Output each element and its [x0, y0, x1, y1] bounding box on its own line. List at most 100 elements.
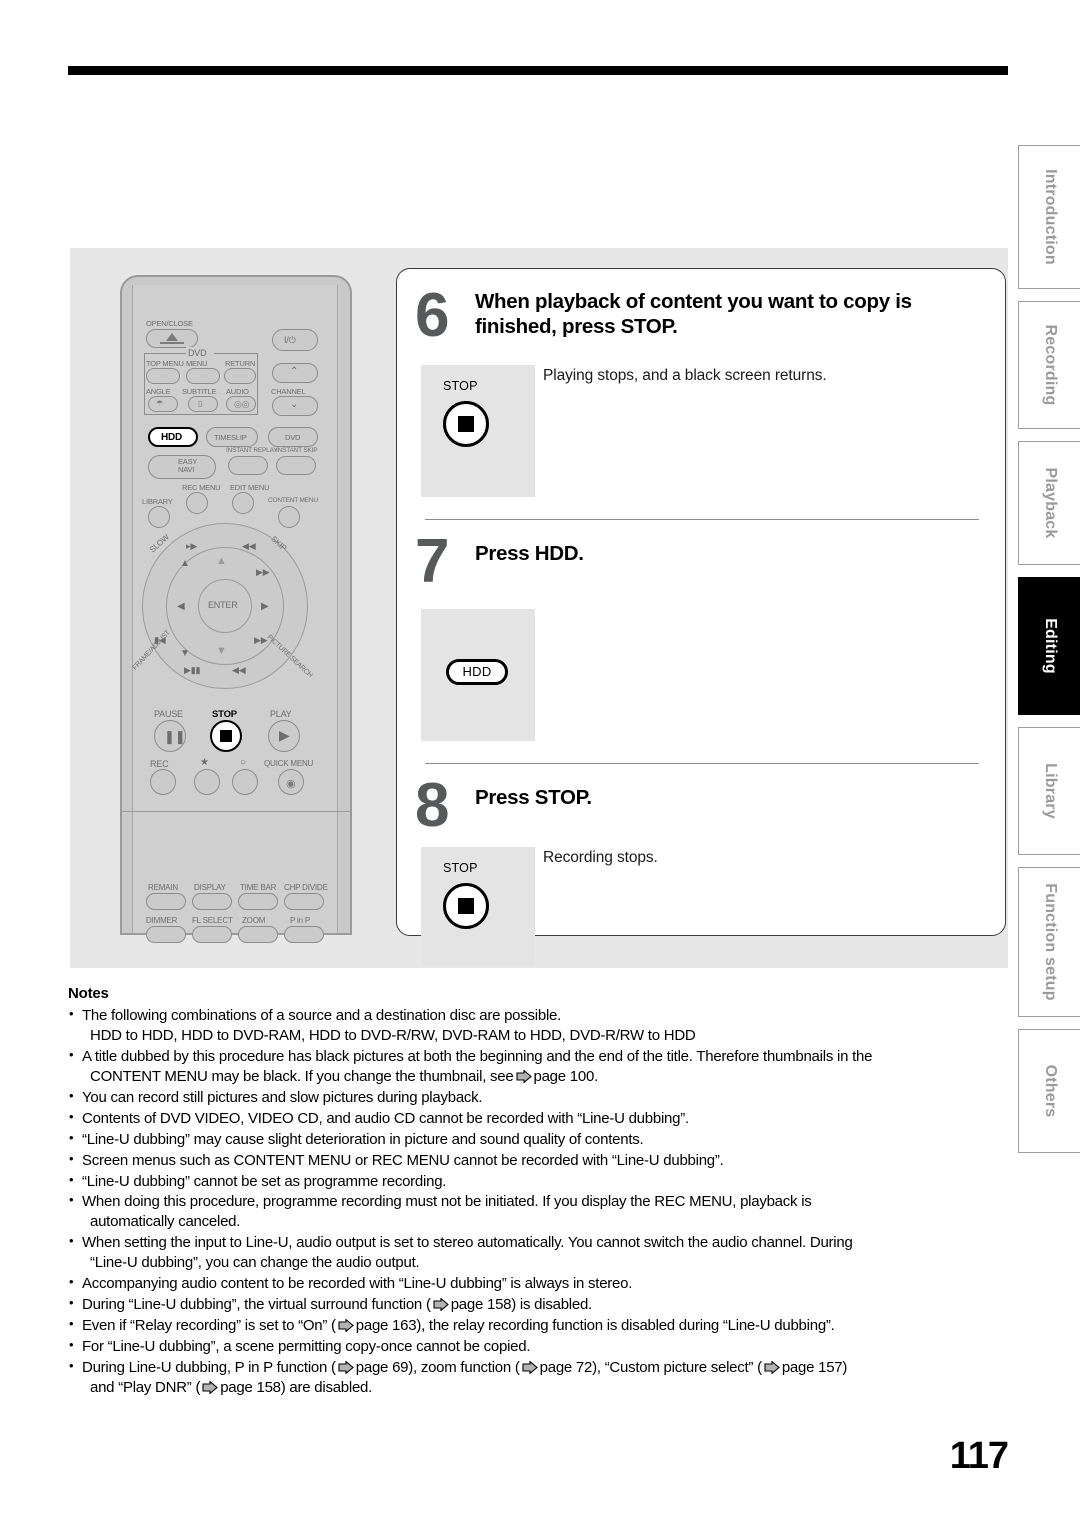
step-separator-2	[425, 763, 979, 765]
remote-label-zoom: ZOOM	[242, 916, 266, 925]
page-ref-arrow-icon	[338, 1319, 354, 1333]
remote-button-fl-select	[192, 926, 232, 943]
step-8-stop-button-icon	[443, 883, 489, 929]
notes-heading: Notes	[68, 985, 109, 1002]
note-item: “Line-U dubbing” cannot be set as progra…	[68, 1171, 1010, 1192]
step-8-key-box: STOP	[421, 847, 535, 965]
step-7-key-box: HDD	[421, 609, 535, 741]
remote-button-angle	[148, 396, 178, 412]
remote-label-time-bar: TIME BAR	[240, 883, 277, 892]
remote-label-menu: MENU	[186, 359, 208, 368]
page-ref-arrow-icon	[202, 1380, 219, 1394]
note-text-cont: “Line-U dubbing”, you can change the aud…	[90, 1254, 420, 1272]
step-6-stop-square-icon	[458, 416, 474, 432]
note-text-cont: automatically canceled.	[90, 1213, 241, 1231]
remote-label-display: DISPLAY	[194, 883, 226, 892]
frame-forward-icon: ▶▮▮	[184, 665, 201, 675]
note-item: You can record still pictures and slow p…	[68, 1087, 1010, 1108]
step-6-number: 6	[415, 281, 450, 350]
remote-label-remain: REMAIN	[148, 883, 178, 892]
eject-icon	[166, 333, 178, 341]
remote-button-p-in-p	[284, 926, 324, 943]
note-item: Accompanying audio content to be recorde…	[68, 1273, 1010, 1294]
skip-back-icon: ◀◀	[242, 541, 256, 551]
remote-button-return	[224, 368, 256, 384]
eject-bar-icon	[160, 342, 184, 344]
remote-button-instant-skip	[276, 456, 316, 475]
remote-button-star	[194, 769, 220, 795]
remote-label-stop: STOP	[212, 709, 237, 720]
remote-label-angle: ANGLE	[146, 387, 171, 396]
remote-button-zoom	[238, 926, 278, 943]
steps-card: 6 When playback of content you want to c…	[396, 268, 1006, 965]
tab-recording[interactable]: Recording	[1018, 301, 1080, 429]
note-item: Even if “Relay recording” is set to “On”…	[68, 1315, 1010, 1336]
note-text-part-a: CONTENT MENU may be black. If you change…	[90, 1067, 514, 1085]
tab-library[interactable]: Library	[1018, 727, 1080, 855]
note-item: When doing this procedure, programme rec…	[68, 1191, 1010, 1232]
channel-down-icon: ⌄	[290, 399, 299, 410]
remote-label-easy-navi: EASY NAVI	[178, 457, 198, 474]
step-7-title: Press HDD.	[475, 542, 584, 565]
page-number: 117	[949, 1435, 1009, 1477]
notes-section: Notes The following combinations of a so…	[68, 985, 1010, 1399]
page-ref-arrow-icon	[433, 1298, 449, 1312]
note-text-3: page 157)	[781, 1358, 848, 1376]
remote-label-instant-skip: INSTANT SKIP	[276, 447, 318, 454]
note-item: A title dubbed by this procedure has bla…	[68, 1046, 1010, 1087]
remote-button-time-bar	[238, 893, 278, 910]
step-7-hdd-button-icon: HDD	[446, 659, 508, 685]
remote-label-audio: AUDIO	[226, 387, 249, 396]
slow-forward-icon: ▸▶	[186, 541, 198, 551]
tab-introduction[interactable]: Introduction	[1018, 145, 1080, 289]
page-ref-arrow-icon	[522, 1360, 538, 1374]
tab-function-setup-label: Function setup	[1041, 883, 1059, 1001]
star-icon: ★	[200, 757, 209, 768]
page-ref-arrow-icon	[515, 1069, 532, 1083]
remote-button-menu	[186, 368, 220, 384]
tab-function-setup[interactable]: Function setup	[1018, 867, 1080, 1017]
remote-label-p-in-p: P in P	[290, 916, 310, 925]
remote-label-chp-divide: CHP DIVIDE	[284, 883, 328, 892]
step-6-key-label: STOP	[443, 379, 478, 393]
tab-playback[interactable]: Playback	[1018, 441, 1080, 565]
step-6-stop-button-icon	[443, 401, 489, 447]
note-text: Screen menus such as CONTENT MENU or REC…	[82, 1151, 724, 1169]
note-text-4: and “Play DNR” (	[90, 1378, 201, 1396]
remote-label-enter: ENTER	[208, 600, 238, 610]
note-text-post: page 158) is disabled.	[450, 1296, 593, 1314]
remote-button-edit-menu	[232, 492, 254, 514]
step-7-number: 7	[415, 527, 450, 596]
note-text-1: page 69), zoom function (	[355, 1358, 520, 1376]
page-ref-arrow-icon	[338, 1360, 354, 1374]
tab-playback-label: Playback	[1041, 467, 1059, 539]
dpad-left-icon: ◀	[177, 601, 185, 612]
remote-label-subtitle: SUBTITLE	[182, 387, 217, 396]
page-ref-arrow-icon	[764, 1360, 780, 1374]
tab-library-label: Library	[1041, 763, 1059, 819]
tab-others-label: Others	[1041, 1064, 1059, 1118]
note-text-part-b: page 100.	[533, 1067, 599, 1085]
remote-label-return: RETURN	[225, 359, 256, 368]
remote-button-library	[148, 506, 170, 528]
step-6-key-box: STOP	[421, 365, 535, 497]
tab-editing-label: Editing	[1041, 618, 1059, 674]
note-text-post: page 163), the relay recording function …	[355, 1317, 835, 1335]
remote-label-channel: CHANNEL	[271, 387, 306, 396]
remote-button-remain	[146, 893, 186, 910]
dpad-up-icon: ▲	[180, 558, 190, 569]
remote-label-instant-replay: INSTANT REPLAY	[226, 447, 278, 454]
note-item: Screen menus such as CONTENT MENU or REC…	[68, 1150, 1010, 1171]
note-item: Contents of DVD VIDEO, VIDEO CD, and aud…	[68, 1108, 1010, 1129]
tab-recording-label: Recording	[1041, 324, 1059, 406]
step-8-description: Recording stops.	[543, 849, 658, 866]
dpad-down-tri-icon: ▼	[216, 645, 227, 657]
play-icon: ▶	[279, 727, 290, 743]
circle-icon: ○	[240, 757, 246, 768]
remote-section-divider	[120, 811, 352, 813]
step-8-key-label: STOP	[443, 861, 478, 875]
pause-icon: ❚❚	[164, 729, 186, 744]
note-text: You can record still pictures and slow p…	[82, 1088, 483, 1106]
tab-editing[interactable]: Editing	[1018, 577, 1080, 715]
tab-others[interactable]: Others	[1018, 1029, 1080, 1153]
